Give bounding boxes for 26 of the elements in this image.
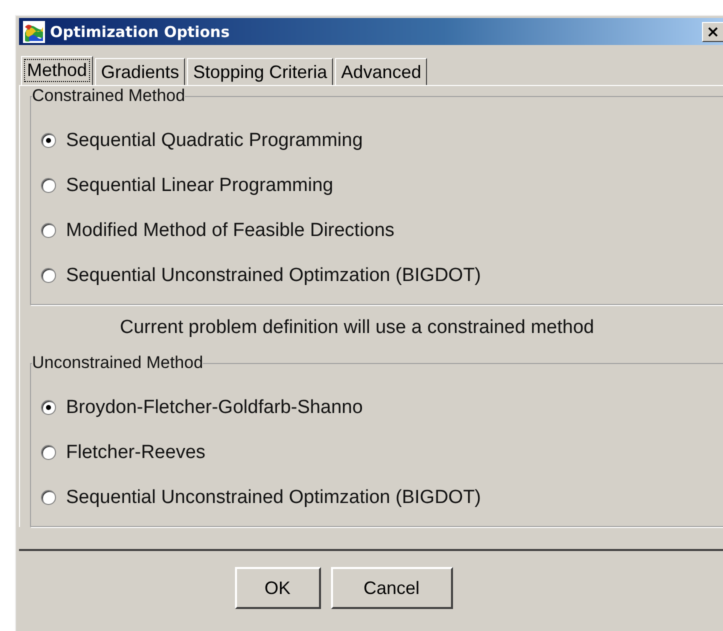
option-label[interactable]: Broydon-Fletcher-Goldfarb-Shanno — [66, 396, 363, 418]
option-label[interactable]: Fletcher-Reeves — [66, 442, 206, 464]
status-note: Current problem definition will use a constrained method — [120, 317, 594, 339]
radio-button[interactable] — [41, 268, 56, 283]
radio-button[interactable] — [41, 223, 56, 238]
radio-button[interactable] — [41, 178, 56, 193]
group-title: Unconstrained Method — [32, 353, 204, 373]
app-logo-icon — [23, 20, 45, 42]
tab[interactable]: Method — [21, 56, 94, 85]
radio-button[interactable] — [41, 400, 56, 415]
cancel-button[interactable]: Cancel — [330, 567, 452, 609]
tab[interactable]: Advanced — [335, 58, 428, 85]
close-button[interactable]: × — [702, 22, 723, 42]
option-label[interactable]: Sequential Linear Programming — [66, 174, 334, 196]
ok-button[interactable]: OK — [234, 567, 320, 609]
window-title: Optimization Options — [50, 22, 230, 40]
group-title: Constrained Method — [32, 86, 186, 106]
tab[interactable]: Stopping Criteria — [187, 58, 334, 85]
tab[interactable]: Gradients — [95, 58, 186, 85]
option-label[interactable]: Sequential Quadratic Programming — [66, 130, 363, 152]
radio-button[interactable] — [41, 445, 56, 460]
option-label[interactable]: Sequential Unconstrained Optimzation (BIGDOT) — [66, 486, 482, 508]
option-label[interactable]: Sequential Unconstrained Optimzation (BIGDOT) — [66, 264, 482, 286]
radio-button[interactable] — [41, 490, 56, 505]
option-label[interactable]: Modified Method of Feasible Directions — [66, 220, 394, 242]
radio-button[interactable] — [41, 133, 56, 148]
